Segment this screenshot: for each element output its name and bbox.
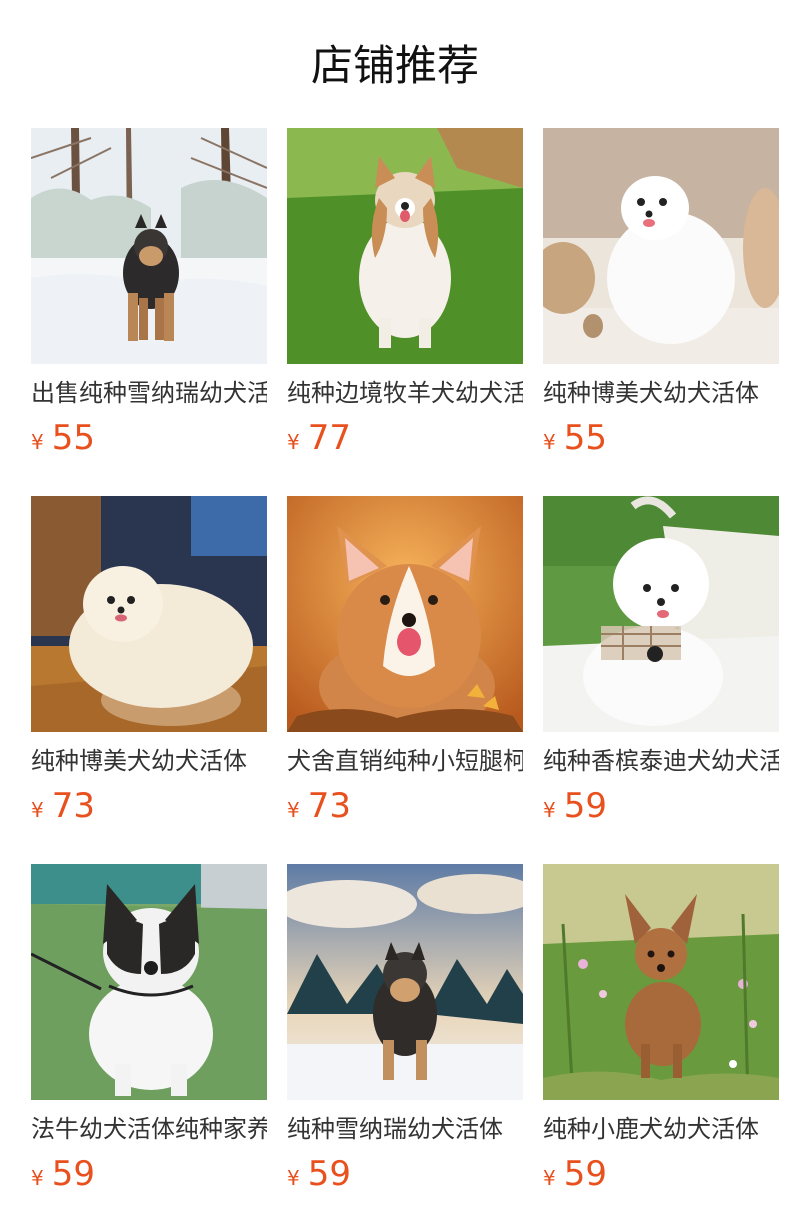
product-photo[interactable] [543,864,779,1100]
product-card[interactable]: 纯种博美犬幼犬活体 ¥ 73 [31,496,267,864]
product-price: ¥ 73 [287,782,351,830]
product-card[interactable]: 纯种香槟泰迪犬幼犬活体 ¥ 59 [543,496,779,864]
product-name[interactable]: 纯种博美犬幼犬活体 [31,744,267,778]
product-photo[interactable] [31,128,267,364]
product-price: ¥ 55 [543,414,607,462]
product-price: ¥ 59 [31,1150,95,1198]
price-value: 55 [563,418,607,458]
product-card[interactable]: 犬舍直销纯种小短腿柯基 ¥ 73 [287,496,523,864]
price-value: 59 [51,1154,95,1194]
product-card[interactable]: 出售纯种雪纳瑞幼犬活体 ¥ 55 [31,128,267,496]
product-price: ¥ 73 [31,782,95,830]
product-name[interactable]: 纯种雪纳瑞幼犬活体 [287,1112,523,1146]
product-card[interactable]: 纯种小鹿犬幼犬活体 ¥ 59 [543,864,779,1232]
currency-symbol: ¥ [31,1166,44,1190]
product-photo[interactable] [543,496,779,732]
product-price: ¥ 55 [31,414,95,462]
product-photo[interactable] [31,864,267,1100]
product-price: ¥ 77 [287,414,351,462]
product-name[interactable]: 纯种香槟泰迪犬幼犬活体 [543,744,779,778]
price-value: 59 [563,786,607,826]
currency-symbol: ¥ [287,798,300,822]
price-value: 59 [563,1154,607,1194]
product-photo[interactable] [543,128,779,364]
price-value: 59 [307,1154,351,1194]
product-photo[interactable] [31,496,267,732]
price-value: 55 [51,418,95,458]
product-name[interactable]: 纯种小鹿犬幼犬活体 [543,1112,779,1146]
product-name[interactable]: 犬舍直销纯种小短腿柯基 [287,744,523,778]
product-photo[interactable] [287,864,523,1100]
product-card[interactable]: 纯种边境牧羊犬幼犬活体 ¥ 77 [287,128,523,496]
price-value: 73 [51,786,95,826]
product-price: ¥ 59 [543,1150,607,1198]
product-name[interactable]: 纯种边境牧羊犬幼犬活体 [287,376,523,410]
price-value: 73 [307,786,351,826]
currency-symbol: ¥ [31,798,44,822]
product-name[interactable]: 纯种博美犬幼犬活体 [543,376,779,410]
currency-symbol: ¥ [287,1166,300,1190]
currency-symbol: ¥ [287,430,300,454]
currency-symbol: ¥ [543,798,556,822]
product-price: ¥ 59 [543,782,607,830]
product-card[interactable]: 纯种博美犬幼犬活体 ¥ 55 [543,128,779,496]
price-value: 77 [307,418,351,458]
product-photo[interactable] [287,496,523,732]
currency-symbol: ¥ [543,1166,556,1190]
product-grid: 出售纯种雪纳瑞幼犬活体 ¥ 55 [31,128,779,1232]
currency-symbol: ¥ [31,430,44,454]
currency-symbol: ¥ [543,430,556,454]
product-price: ¥ 59 [287,1150,351,1198]
product-card[interactable]: 法牛幼犬活体纯种家养 ¥ 59 [31,864,267,1232]
product-card[interactable]: 纯种雪纳瑞幼犬活体 ¥ 59 [287,864,523,1232]
product-name[interactable]: 法牛幼犬活体纯种家养 [31,1112,267,1146]
product-name[interactable]: 出售纯种雪纳瑞幼犬活体 [31,376,267,410]
product-photo[interactable] [287,128,523,364]
section-title: 店铺推荐 [310,41,479,90]
